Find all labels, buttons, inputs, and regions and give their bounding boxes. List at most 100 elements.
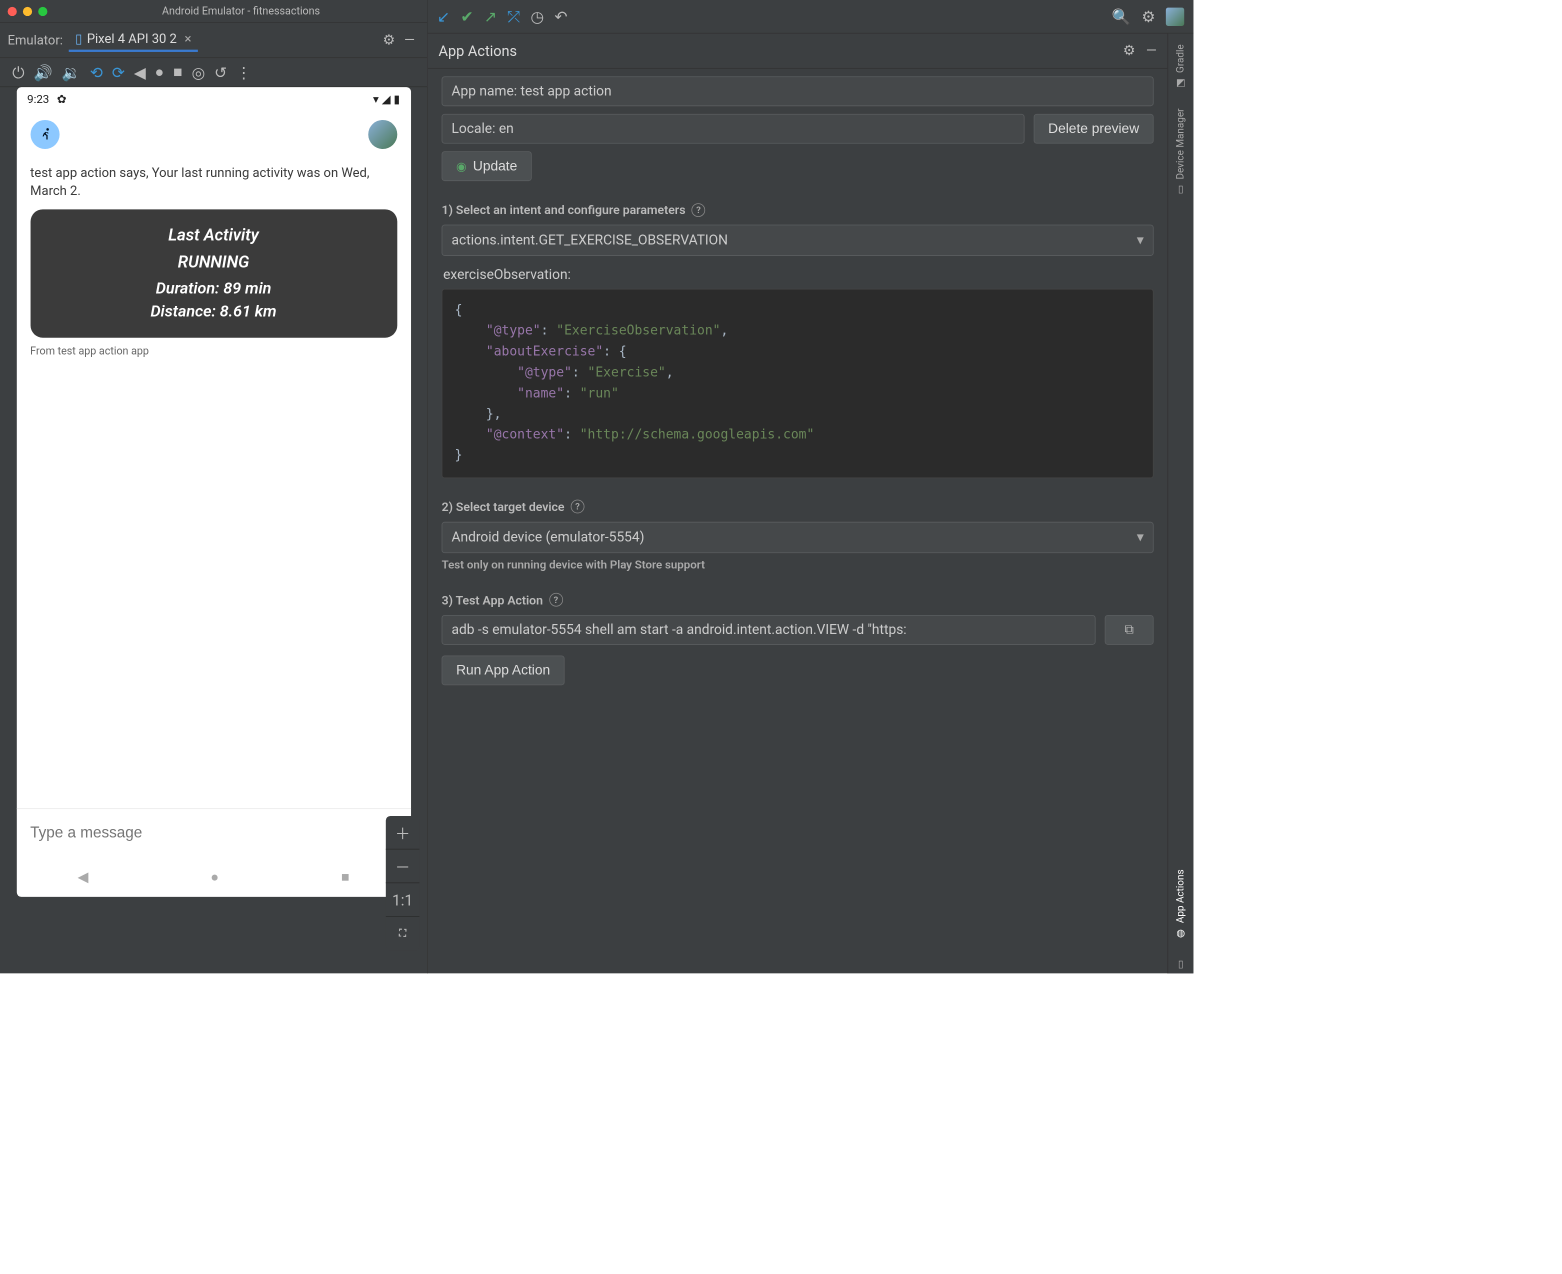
- rail-device-manager[interactable]: ▯ Device Manager: [1175, 106, 1186, 199]
- emulator-window-title: Android Emulator - fitnessactions: [63, 5, 420, 17]
- update-button-label: Update: [473, 158, 517, 174]
- rail-app-actions[interactable]: ◍ App Actions: [1175, 866, 1186, 942]
- emulator-device-tab[interactable]: ▯ Pixel 4 API 30 2 ×: [69, 28, 198, 52]
- status-time: 9:23: [27, 92, 49, 106]
- zoom-controls: ＋ － 1:1 ⛶: [386, 816, 420, 950]
- volume-up-icon[interactable]: 🔊: [33, 63, 52, 81]
- close-tab-icon[interactable]: ×: [184, 31, 191, 46]
- assistant-icon: ◍: [1175, 927, 1186, 938]
- emulator-window: Android Emulator - fitnessactions Emulat…: [0, 0, 428, 973]
- undo-icon[interactable]: ↶: [554, 7, 567, 25]
- delete-preview-label: Delete preview: [1048, 121, 1139, 137]
- app-name-field[interactable]: App name: test app action: [442, 76, 1154, 106]
- search-icon[interactable]: 🔍: [1112, 7, 1131, 25]
- device-screen[interactable]: 9:23 ✿ ▾ ◢ ▮ test app action says, Your …: [16, 87, 410, 897]
- power-icon[interactable]: ⏻: [12, 63, 24, 81]
- android-nav-bar: ◀ ● ■: [16, 857, 410, 897]
- copy-icon: ⧉: [1125, 622, 1134, 637]
- nav-back-icon[interactable]: ◀: [78, 869, 89, 885]
- back-icon[interactable]: ◀: [134, 63, 146, 81]
- rail-extra[interactable]: ▯: [1175, 956, 1186, 974]
- record-icon[interactable]: ↺: [214, 63, 227, 81]
- nav-home-icon[interactable]: ●: [211, 869, 219, 885]
- home-icon[interactable]: ●: [155, 63, 164, 82]
- assistant-message: test app action says, Your last running …: [30, 165, 397, 200]
- chat-input[interactable]: [30, 824, 397, 842]
- panel-gear-icon[interactable]: ⚙: [1123, 43, 1135, 59]
- minimize-dot-icon[interactable]: [23, 6, 32, 15]
- emulator-tabbar: Emulator: ▯ Pixel 4 API 30 2 × ⚙ —: [0, 23, 427, 58]
- ide-panel: ↙ ✔ ↗ ⤱ ◷ ↶ 🔍 ⚙ App Actions ⚙ — App name…: [428, 0, 1194, 973]
- clock-icon[interactable]: ◷: [530, 7, 543, 25]
- fullscreen-button[interactable]: ⛶: [386, 917, 420, 951]
- arrow-out-icon[interactable]: ↗: [484, 7, 497, 25]
- json-editor[interactable]: { "@type": "ExerciseObservation", "about…: [442, 289, 1154, 478]
- gear-icon[interactable]: ⚙: [383, 32, 395, 48]
- arrow-merge-icon[interactable]: ⤱: [508, 7, 520, 25]
- card-distance: Distance: 8.61 km: [38, 302, 389, 320]
- step1-text: 1) Select an intent and configure parame…: [442, 202, 686, 217]
- check-icon[interactable]: ✔: [461, 7, 474, 25]
- rotate-right-icon[interactable]: ⟳: [112, 63, 125, 81]
- step3-text: 3) Test App Action: [442, 592, 543, 607]
- locale-field[interactable]: Locale: en: [442, 114, 1025, 144]
- traffic-lights[interactable]: [8, 6, 48, 15]
- minimize-icon[interactable]: —: [404, 32, 415, 48]
- overview-icon[interactable]: ■: [173, 63, 182, 82]
- card-title: Last Activity: [38, 226, 389, 245]
- chat-body: test app action says, Your last running …: [16, 157, 410, 808]
- card-activity-type: RUNNING: [38, 253, 389, 272]
- ide-avatar[interactable]: [1166, 7, 1184, 25]
- zoom-dot-icon[interactable]: [38, 6, 47, 15]
- ide-gear-icon[interactable]: ⚙: [1141, 7, 1155, 25]
- help-icon-2[interactable]: ?: [571, 500, 585, 514]
- from-app-label: From test app action app: [30, 345, 397, 357]
- screenshot-icon[interactable]: ◎: [192, 63, 205, 81]
- emulator-toolbar: ⏻ 🔊 🔉 ⟲ ⟳ ◀ ● ■ ◎ ↺ ⋮: [0, 58, 427, 87]
- close-dot-icon[interactable]: [8, 6, 17, 15]
- copy-button[interactable]: ⧉: [1105, 615, 1154, 645]
- emulator-device-name: Pixel 4 API 30 2: [87, 31, 177, 46]
- help-icon[interactable]: ?: [692, 203, 706, 217]
- intent-select[interactable]: actions.intent.GET_EXERCISE_OBSERVATION …: [442, 225, 1154, 256]
- help-icon-3[interactable]: ?: [549, 593, 563, 607]
- panel-title: App Actions: [439, 42, 518, 60]
- zoom-in-button[interactable]: ＋: [386, 816, 420, 850]
- gradle-icon: ◪: [1175, 78, 1186, 89]
- rotate-left-icon[interactable]: ⟲: [90, 63, 103, 81]
- step1-label: 1) Select an intent and configure parame…: [442, 202, 1154, 217]
- device-select-value: Android device (emulator-5554): [452, 529, 645, 545]
- rail-device-manager-label: Device Manager: [1175, 109, 1186, 180]
- card-duration: Duration: 89 min: [38, 280, 389, 298]
- panel-content: App name: test app action Locale: en Del…: [428, 69, 1168, 974]
- emulator-titlebar[interactable]: Android Emulator - fitnessactions: [0, 0, 427, 23]
- menu-icon[interactable]: ⋮: [236, 63, 251, 81]
- chevron-down-icon: ▾: [1137, 232, 1144, 248]
- update-button[interactable]: ◉ Update: [442, 151, 532, 181]
- rail-gradle[interactable]: ◪ Gradle: [1175, 41, 1186, 92]
- volume-down-icon[interactable]: 🔉: [62, 63, 81, 81]
- device-manager-icon: ▯: [1175, 184, 1186, 195]
- device-select[interactable]: Android device (emulator-5554) ▾: [442, 521, 1154, 552]
- android-status-bar: 9:23 ✿ ▾ ◢ ▮: [16, 87, 410, 111]
- step2-label: 2) Select target device ?: [442, 499, 1154, 514]
- zoom-reset-button[interactable]: 1:1: [386, 883, 420, 917]
- phone-icon: ▯: [75, 31, 82, 46]
- adb-command-field[interactable]: adb -s emulator-5554 shell am start -a a…: [442, 615, 1096, 645]
- user-avatar[interactable]: [368, 120, 397, 149]
- zoom-out-button[interactable]: －: [386, 850, 420, 884]
- signal-icon: ◢: [382, 92, 391, 106]
- arrow-in-icon[interactable]: ↙: [437, 7, 450, 25]
- intent-select-value: actions.intent.GET_EXERCISE_OBSERVATION: [452, 232, 728, 248]
- device-hint: Test only on running device with Play St…: [442, 557, 1154, 571]
- chevron-down-icon: ▾: [1137, 529, 1144, 545]
- battery-icon: ▮: [394, 92, 400, 106]
- activity-card: Last Activity RUNNING Duration: 89 min D…: [30, 209, 397, 337]
- run-app-action-button[interactable]: Run App Action: [442, 655, 565, 685]
- panel-minimize-icon[interactable]: —: [1146, 43, 1157, 59]
- chat-input-area[interactable]: [16, 808, 410, 857]
- running-icon[interactable]: [30, 120, 59, 149]
- nav-overview-icon[interactable]: ■: [341, 869, 349, 885]
- delete-preview-button[interactable]: Delete preview: [1034, 114, 1154, 144]
- ide-toolbar: ↙ ✔ ↗ ⤱ ◷ ↶ 🔍 ⚙: [428, 0, 1194, 34]
